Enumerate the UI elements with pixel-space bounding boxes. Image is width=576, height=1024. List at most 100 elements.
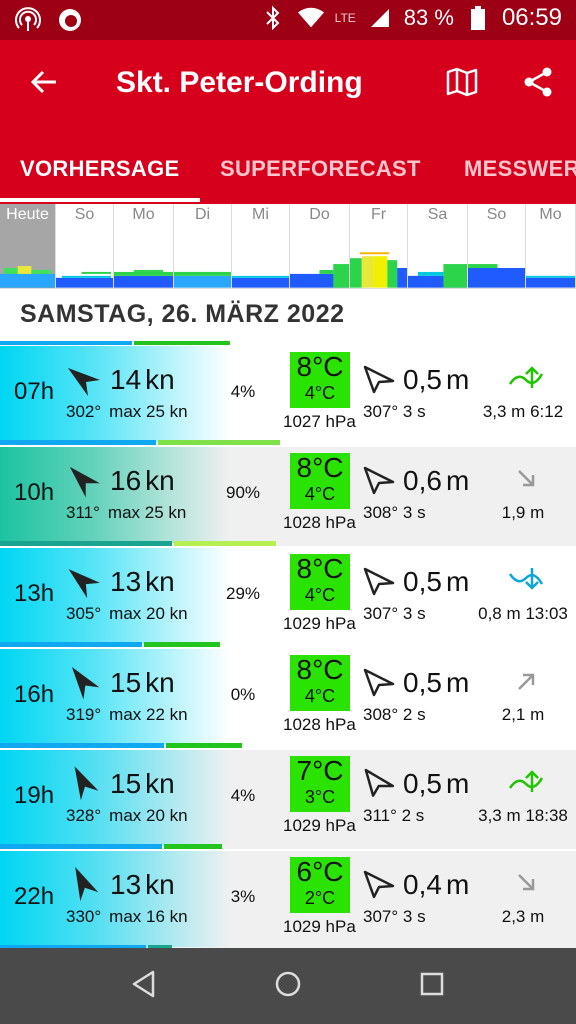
forecast-row[interactable]: 07h 14 kn 302° max 25 kn 4% 8°C 4°C 1027 hPa 0,5 m… xyxy=(0,346,576,446)
date-header: SAMSTAG, 26. MÄRZ 2022 xyxy=(0,290,576,340)
tab-indicator xyxy=(0,198,200,202)
wind-speed: 16 kn xyxy=(110,465,175,497)
day-mini-chart xyxy=(468,264,525,288)
bluetooth-icon xyxy=(259,4,287,32)
hotspot-icon xyxy=(14,6,42,34)
tab-messwerte[interactable]: MESSWERTE xyxy=(464,156,576,182)
row-hour: 13h xyxy=(14,580,55,607)
signal-icon xyxy=(366,4,394,32)
tide-rising-icon xyxy=(508,768,544,796)
day-label: Fr xyxy=(370,206,387,223)
wind-degrees: 305° xyxy=(66,604,102,623)
day-label: Do xyxy=(309,206,330,223)
temperature-box: 7°C 3°C xyxy=(290,756,350,812)
wind-degrees: 328° xyxy=(66,806,102,825)
gust-bar xyxy=(166,743,242,748)
share-button[interactable] xyxy=(516,62,560,106)
forecast-row[interactable]: 13h 13 kn 305° max 20 kn 29% 8°C 4°C 1029 hPa 0,5… xyxy=(0,548,576,648)
rain-probability: 4% xyxy=(230,382,256,401)
wind-direction: 319° max 22 kn xyxy=(66,705,188,725)
battery-icon xyxy=(464,4,492,32)
day-strip: Heute So Mo Di Mi Do Fr Sa So Mo xyxy=(0,204,576,289)
tab-vorhersage[interactable]: VORHERSAGE xyxy=(20,156,179,182)
day-cell[interactable]: Sa xyxy=(408,204,468,288)
row-hour: 16h xyxy=(14,681,55,708)
wind-direction: 302° max 25 kn xyxy=(66,402,188,422)
triangle-back-icon xyxy=(131,970,157,1003)
map-button[interactable] xyxy=(440,62,484,106)
day-cell[interactable]: Mo xyxy=(526,204,576,288)
wave-height-value: 0,5 xyxy=(403,667,442,698)
wind-speed-value: 13 xyxy=(110,869,142,900)
wind-degrees: 302° xyxy=(66,402,102,421)
forecast-row[interactable]: 16h 15 kn 319° max 22 kn 0% 8°C 4°C 1028 hPa 0,5 m… xyxy=(0,649,576,749)
day-cell[interactable]: Do xyxy=(290,204,350,288)
day-label: So xyxy=(486,206,507,223)
felt-temperature: 4°C xyxy=(304,383,336,403)
nav-back-button[interactable] xyxy=(124,966,164,1006)
wifi-icon xyxy=(297,4,325,32)
map-icon xyxy=(446,67,478,102)
gust-bar xyxy=(164,844,222,849)
wind-speed-unit: kn xyxy=(145,667,175,698)
wind-speed-unit: kn xyxy=(145,566,175,597)
day-mini-chart xyxy=(408,264,467,288)
wave-height: 0,4 m xyxy=(403,869,469,901)
forecast-row[interactable]: 22h 13 kn 330° max 16 kn 3% 6°C 2°C 1029 hPa 0,4 m… xyxy=(0,851,576,951)
row-hour: 22h xyxy=(14,883,55,910)
day-label: Mo xyxy=(132,206,155,223)
nav-home-button[interactable] xyxy=(268,966,308,1006)
nav-recent-button[interactable] xyxy=(412,966,452,1006)
wind-arrow-icon xyxy=(66,867,102,903)
wave-direction-period: 308° 3 s xyxy=(363,503,426,522)
day-cell[interactable]: Di xyxy=(174,204,232,288)
day-mini-chart xyxy=(526,275,575,288)
day-cell[interactable]: Fr xyxy=(350,204,408,288)
circle-home-icon xyxy=(274,970,302,1003)
air-pressure: 1028 hPa xyxy=(283,513,356,532)
wind-gust-max: max 22 kn xyxy=(109,705,188,724)
row-hour: 07h xyxy=(14,378,55,405)
day-label: So xyxy=(74,206,95,223)
day-cell[interactable]: So xyxy=(56,204,114,288)
day-mini-chart xyxy=(56,271,113,288)
wave-direction-icon xyxy=(362,869,396,899)
wind-gust-max: max 25 kn xyxy=(109,402,188,421)
wave-height-value: 0,5 xyxy=(403,566,442,597)
wave-height-unit: m xyxy=(445,869,470,900)
wave-direction-period: 307° 3 s xyxy=(363,907,426,926)
wave-height: 0,5 m xyxy=(403,768,469,800)
forecast-row[interactable]: 19h 15 kn 328° max 20 kn 4% 7°C 3°C 1029 hPa 0,5 m… xyxy=(0,750,576,850)
day-cell[interactable]: Mi xyxy=(232,204,290,288)
wind-speed-bar xyxy=(0,642,142,647)
back-button[interactable] xyxy=(22,62,66,106)
wave-height-value: 0,4 xyxy=(403,869,442,900)
wave-height-value: 0,6 xyxy=(403,465,442,496)
rain-probability: 3% xyxy=(230,887,256,906)
day-mini-chart xyxy=(114,269,173,288)
tide-info: 2,1 m xyxy=(501,705,545,724)
forecast-row[interactable]: 10h 16 kn 311° max 25 kn 90% 8°C 4°C 1028 hPa 0,6… xyxy=(0,447,576,547)
wind-speed: 13 kn xyxy=(110,869,175,901)
day-mini-chart xyxy=(232,275,289,288)
wind-gust-max: max 20 kn xyxy=(109,806,188,825)
wave-height-unit: m xyxy=(445,768,470,799)
tide-falling-icon xyxy=(508,869,544,897)
wave-height-unit: m xyxy=(445,667,470,698)
wind-speed: 13 kn xyxy=(110,566,175,598)
tide-rising-icon xyxy=(508,667,544,695)
air-pressure: 1027 hPa xyxy=(283,412,356,431)
day-cell-today[interactable]: Heute xyxy=(0,204,56,288)
temperature-box: 8°C 4°C xyxy=(290,352,350,408)
day-cell[interactable]: Mo xyxy=(114,204,174,288)
air-temperature: 8°C xyxy=(296,553,344,584)
tab-bar: VORHERSAGE SUPERFORECAST MESSWERTE xyxy=(0,150,576,204)
tab-superforecast[interactable]: SUPERFORECAST xyxy=(220,156,421,182)
rain-probability: 0% xyxy=(230,685,256,704)
wind-direction: 330° max 16 kn xyxy=(66,907,188,927)
wave-height-value: 0,5 xyxy=(403,768,442,799)
day-cell[interactable]: So xyxy=(468,204,526,288)
temperature-box: 8°C 4°C xyxy=(290,453,350,509)
tide-info: 0,8 m 13:03 xyxy=(478,604,568,623)
rain-probability: 90% xyxy=(225,483,261,502)
